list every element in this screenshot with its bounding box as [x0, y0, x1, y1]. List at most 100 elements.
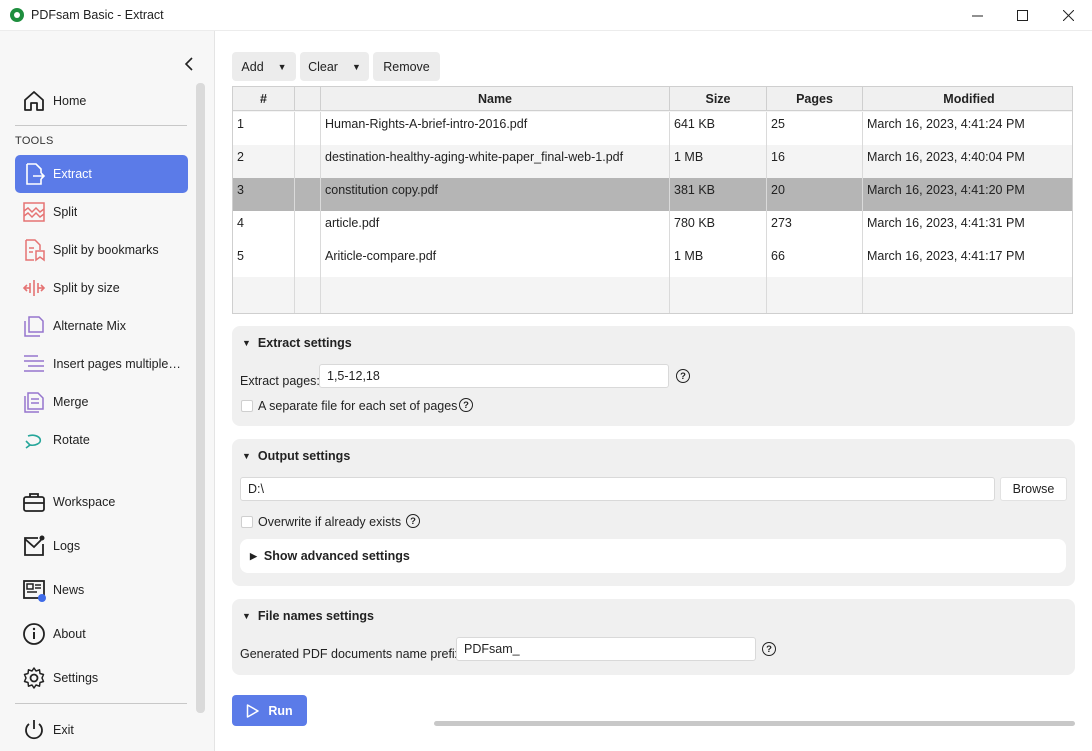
prefix-input[interactable]: PDFsam_	[456, 637, 756, 661]
file-table[interactable]: # Name Size Pages Modified 1 Human-Right…	[232, 86, 1073, 314]
cell-size: 641 KB	[670, 112, 767, 145]
sidebar-item-logs[interactable]: Logs	[15, 527, 188, 565]
extract-settings-toggle[interactable]: ▼ Extract settings	[242, 336, 352, 350]
divider	[15, 703, 187, 704]
table-row-selected[interactable]: 3 constitution copy.pdf 381 KB 20 March …	[233, 178, 1072, 211]
cell-empty	[295, 277, 321, 313]
output-path-input[interactable]: D:\	[240, 477, 995, 501]
cell-number: 4	[233, 211, 295, 244]
maximize-icon	[1016, 10, 1028, 21]
info-icon	[21, 621, 47, 647]
sidebar-item-split-by-bookmarks[interactable]: Split by bookmarks	[15, 231, 188, 269]
collapse-sidebar-button[interactable]	[180, 55, 198, 73]
sidebar-item-label: Rotate	[53, 433, 90, 447]
table-row[interactable]: 5 Ariticle-compare.pdf 1 MB 66 March 16,…	[233, 244, 1072, 277]
triangle-down-icon: ▼	[242, 451, 251, 461]
sidebar: Home TOOLS Extract Split Split by bookma…	[0, 31, 215, 751]
minimize-icon	[971, 15, 983, 17]
help-icon[interactable]: ?	[406, 514, 420, 528]
advanced-settings-section[interactable]: ▶ Show advanced settings	[240, 539, 1066, 573]
cell-pages: 273	[767, 211, 863, 244]
cell-empty	[863, 277, 1072, 313]
triangle-down-icon: ▼	[242, 611, 251, 621]
browse-button[interactable]: Browse	[1000, 477, 1067, 501]
column-header-name[interactable]: Name	[321, 87, 670, 111]
help-icon[interactable]: ?	[459, 398, 473, 412]
run-label: Run	[268, 703, 293, 718]
split-size-icon	[21, 275, 47, 301]
cell-empty	[767, 277, 863, 313]
column-header-modified[interactable]: Modified	[863, 87, 1072, 111]
cell-modified: March 16, 2023, 4:41:31 PM	[867, 216, 1025, 230]
file-names-settings-toggle[interactable]: ▼ File names settings	[242, 609, 374, 623]
minimize-button[interactable]	[954, 0, 1000, 31]
help-icon[interactable]: ?	[762, 642, 776, 656]
run-button[interactable]: Run	[232, 695, 307, 726]
extract-pages-input[interactable]: 1,5-12,18	[319, 364, 669, 388]
sidebar-item-settings[interactable]: Settings	[15, 659, 188, 697]
close-button[interactable]	[1045, 0, 1091, 31]
cell-number: 1	[233, 112, 295, 145]
progress-bar	[434, 721, 1075, 726]
cell-pages: 20	[767, 178, 863, 211]
cell-name: Ariticle-compare.pdf	[321, 244, 670, 277]
cell-size: 780 KB	[670, 211, 767, 244]
column-header-pages[interactable]: Pages	[767, 87, 863, 111]
help-icon[interactable]: ?	[676, 369, 690, 383]
sidebar-item-extract[interactable]: Extract	[15, 155, 188, 193]
maximize-button[interactable]	[999, 0, 1045, 31]
rotate-icon	[21, 427, 47, 453]
overwrite-checkbox[interactable]	[241, 516, 253, 528]
sidebar-item-label: Split by size	[53, 281, 120, 295]
clear-label: Clear	[308, 59, 338, 74]
cell-size: 1 MB	[670, 244, 767, 277]
sidebar-item-label: Insert pages multiple t...	[53, 357, 181, 371]
cell-size: 381 KB	[670, 178, 767, 211]
file-names-settings-title: File names settings	[257, 609, 374, 623]
play-icon	[246, 703, 260, 718]
sidebar-item-exit[interactable]: Exit	[15, 711, 188, 749]
sidebar-item-label: Home	[53, 94, 87, 108]
table-row[interactable]: 2 destination-healthy-aging-white-paper_…	[233, 145, 1072, 178]
table-row[interactable]: 4 article.pdf 780 KB 273 March 16, 2023,…	[233, 211, 1072, 244]
title-bar: PDFsam Basic - Extract	[0, 0, 1092, 31]
table-header: # Name Size Pages Modified	[233, 87, 1072, 111]
split-icon	[21, 199, 47, 225]
remove-button[interactable]: Remove	[373, 52, 440, 81]
sidebar-item-label: Extract	[53, 167, 92, 181]
cell-name: constitution copy.pdf	[321, 178, 670, 211]
separate-file-checkbox[interactable]	[241, 400, 253, 412]
tools-heading: TOOLS	[15, 135, 54, 147]
cell-pages: 25	[767, 112, 863, 145]
cell-name: destination-healthy-aging-white-paper_fi…	[321, 145, 670, 178]
sidebar-item-label: Settings	[53, 671, 99, 685]
add-button[interactable]: Add ▼	[232, 52, 296, 81]
cell-number: 3	[233, 178, 295, 211]
cell-modified: March 16, 2023, 4:41:17 PM	[867, 249, 1025, 263]
column-header-number[interactable]: #	[233, 87, 295, 111]
column-header-size[interactable]: Size	[670, 87, 767, 111]
sidebar-item-insert-pages[interactable]: Insert pages multiple t...	[15, 345, 188, 383]
sidebar-item-workspace[interactable]: Workspace	[15, 483, 188, 521]
sidebar-scrollbar[interactable]	[196, 83, 205, 713]
sidebar-item-home[interactable]: Home	[15, 82, 188, 120]
output-settings-panel: ▼ Output settings D:\ Browse Overwrite i…	[232, 439, 1075, 586]
clear-button[interactable]: Clear ▼	[300, 52, 369, 81]
table-row[interactable]: 1 Human-Rights-A-brief-intro-2016.pdf 64…	[233, 112, 1072, 145]
sidebar-item-about[interactable]: About	[15, 615, 188, 653]
sidebar-item-split-by-size[interactable]: Split by size	[15, 269, 188, 307]
sidebar-item-alternate-mix[interactable]: Alternate Mix	[15, 307, 188, 345]
divider	[15, 125, 187, 126]
sidebar-item-news[interactable]: News	[15, 571, 188, 609]
cell-blank	[295, 178, 321, 211]
advanced-settings-toggle[interactable]: ▶ Show advanced settings	[250, 549, 410, 563]
output-settings-toggle[interactable]: ▼ Output settings	[242, 449, 350, 463]
chevron-down-icon: ▼	[277, 61, 287, 72]
column-header-blank[interactable]	[295, 87, 321, 111]
sidebar-item-rotate[interactable]: Rotate	[15, 421, 188, 459]
extract-settings-title: Extract settings	[257, 336, 352, 350]
cell-number: 5	[233, 244, 295, 277]
cell-blank	[295, 112, 321, 145]
sidebar-item-split[interactable]: Split	[15, 193, 188, 231]
sidebar-item-merge[interactable]: Merge	[15, 383, 188, 421]
